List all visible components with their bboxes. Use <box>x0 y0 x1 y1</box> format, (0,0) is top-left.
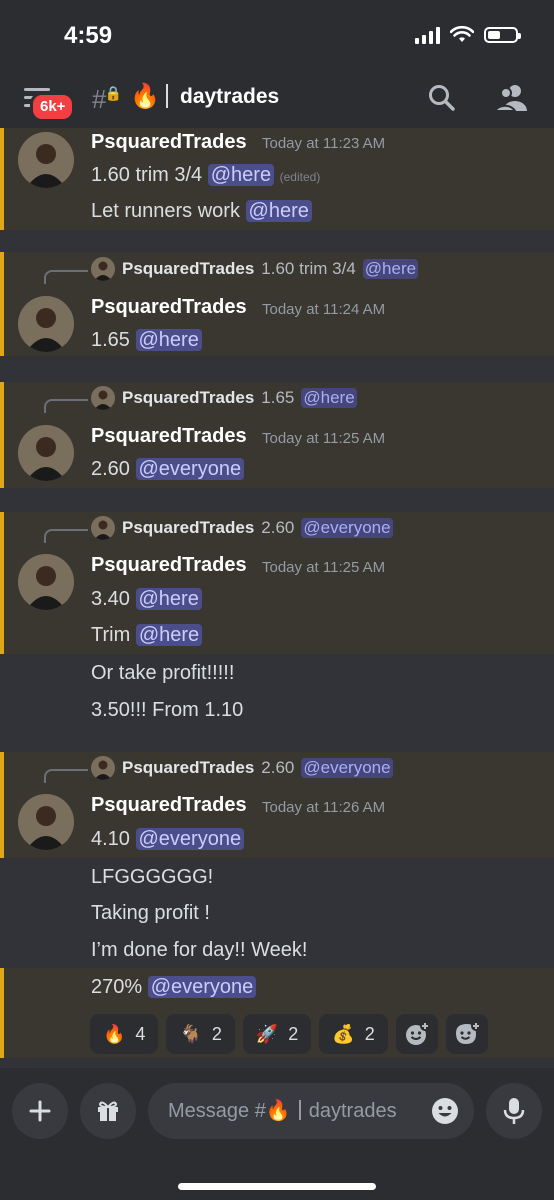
search-icon[interactable] <box>428 84 456 112</box>
mention[interactable]: @everyone <box>135 828 245 850</box>
reply-spine <box>44 529 88 543</box>
reply-author: PsquaredTrades <box>122 259 255 278</box>
add-reaction-icon[interactable] <box>395 1014 438 1054</box>
highlight-bar <box>0 382 4 488</box>
edited-label: (edited) <box>279 170 321 184</box>
mention[interactable]: @everyone <box>135 458 245 480</box>
message-author[interactable]: PsquaredTrades <box>91 554 247 577</box>
message-timestamp: Today at 11:26 AM <box>262 799 386 816</box>
mention[interactable]: @here <box>245 200 312 222</box>
reply-preview[interactable]: PsquaredTrades 1.65 @here <box>91 386 357 410</box>
highlight-bar <box>0 252 4 356</box>
reply-avatar <box>91 386 115 410</box>
highlight-bar <box>0 968 4 1058</box>
avatar[interactable] <box>18 425 74 481</box>
channel-emoji: 🔥 <box>130 83 160 110</box>
microphone-icon[interactable] <box>486 1083 542 1139</box>
message-text: Or take profit!!!!! <box>91 662 235 684</box>
reply-author: PsquaredTrades <box>122 758 255 777</box>
reply-author: PsquaredTrades <box>122 518 255 537</box>
reply-text: 2.60 <box>261 758 295 777</box>
status-icons <box>415 26 521 44</box>
cellular-signal-icon <box>415 26 440 44</box>
message-timestamp: Today at 11:25 AM <box>262 430 386 447</box>
reply-spine <box>44 769 88 783</box>
message-author[interactable]: PsquaredTrades <box>91 425 247 448</box>
reaction-money-bag[interactable]: 💰 2 <box>319 1014 388 1054</box>
mention[interactable]: @everyone <box>147 976 257 998</box>
mention[interactable]: @here <box>207 164 275 186</box>
avatar[interactable] <box>18 132 74 188</box>
reply-mention: @here <box>301 388 357 408</box>
channel-name[interactable]: daytrades <box>180 85 279 109</box>
reply-author: PsquaredTrades <box>122 388 255 407</box>
members-icon[interactable] <box>494 83 528 113</box>
message-timestamp: Today at 11:24 AM <box>262 301 386 318</box>
add-icon[interactable] <box>12 1083 68 1139</box>
reply-preview[interactable]: PsquaredTrades 2.60 @everyone <box>91 516 393 540</box>
reply-mention: @everyone <box>301 758 393 778</box>
reaction-goat[interactable]: 🐐 2 <box>166 1014 235 1054</box>
hash-lock-icon: #🔒 <box>92 84 122 114</box>
mention[interactable]: @here <box>135 588 202 610</box>
message-text: LFGGGGGG! <box>91 866 214 888</box>
message-text: 4.10 @everyone <box>91 828 245 851</box>
message-text: 3.40 @here <box>91 588 202 611</box>
add-super-reaction-icon[interactable] <box>445 1014 488 1054</box>
highlight-bar <box>0 512 4 654</box>
avatar[interactable] <box>18 554 74 610</box>
message-text: Trim @here <box>91 624 203 647</box>
reply-text: 1.65 <box>261 388 295 407</box>
reply-avatar <box>91 516 115 540</box>
message-text: 2.60 @everyone <box>91 458 245 481</box>
reply-mention: @here <box>362 259 419 279</box>
reply-avatar <box>91 257 115 281</box>
message-text: I’m done for day!! Week! <box>91 939 308 961</box>
reply-text: 1.60 trim 3/4 <box>261 259 356 278</box>
message-text: 3.50!!! From 1.10 <box>91 699 244 721</box>
message-author[interactable]: PsquaredTrades <box>91 296 247 319</box>
emoji-icon[interactable] <box>430 1096 460 1131</box>
message-text: Taking profit ! <box>91 902 210 924</box>
highlight-bar <box>0 752 4 858</box>
reactions-row: 🔥 4 🐐 2 🚀 2 💰 2 <box>90 1014 488 1054</box>
reaction-fire[interactable]: 🔥 4 <box>90 1014 159 1054</box>
reply-spine <box>44 399 88 413</box>
reply-mention: @everyone <box>301 518 393 538</box>
message-text: Let runners work @here <box>91 200 312 223</box>
avatar[interactable] <box>18 794 74 850</box>
highlight-bar <box>0 128 4 230</box>
message-text: 1.65 @here <box>91 329 202 352</box>
home-indicator <box>178 1183 376 1190</box>
avatar[interactable] <box>18 296 74 352</box>
message-placeholder: Message #🔥 daytrades <box>168 1100 397 1122</box>
reply-preview[interactable]: PsquaredTrades 1.60 trim 3/4 @here <box>91 257 419 281</box>
message-author[interactable]: PsquaredTrades <box>91 794 247 817</box>
mention[interactable]: @here <box>135 329 202 351</box>
header-divider <box>166 84 168 108</box>
message-text: 1.60 trim 3/4 @here (edited) <box>91 164 321 186</box>
message-author[interactable]: PsquaredTrades <box>91 131 247 154</box>
reaction-rocket[interactable]: 🚀 2 <box>242 1014 312 1054</box>
mention[interactable]: @here <box>135 624 203 646</box>
battery-icon <box>484 27 521 43</box>
message-timestamp: Today at 11:25 AM <box>262 559 386 576</box>
reply-spine <box>44 270 88 284</box>
message-timestamp: Today at 11:23 AM <box>262 135 386 152</box>
reply-avatar <box>91 756 115 780</box>
reply-text: 2.60 <box>261 518 295 537</box>
reply-preview[interactable]: PsquaredTrades 2.60 @everyone <box>91 756 393 780</box>
gift-icon[interactable] <box>80 1083 136 1139</box>
status-time: 4:59 <box>64 22 113 49</box>
wifi-icon <box>450 26 474 42</box>
message-text: 270% @everyone <box>91 976 257 999</box>
unread-badge: 6k+ <box>30 92 76 122</box>
